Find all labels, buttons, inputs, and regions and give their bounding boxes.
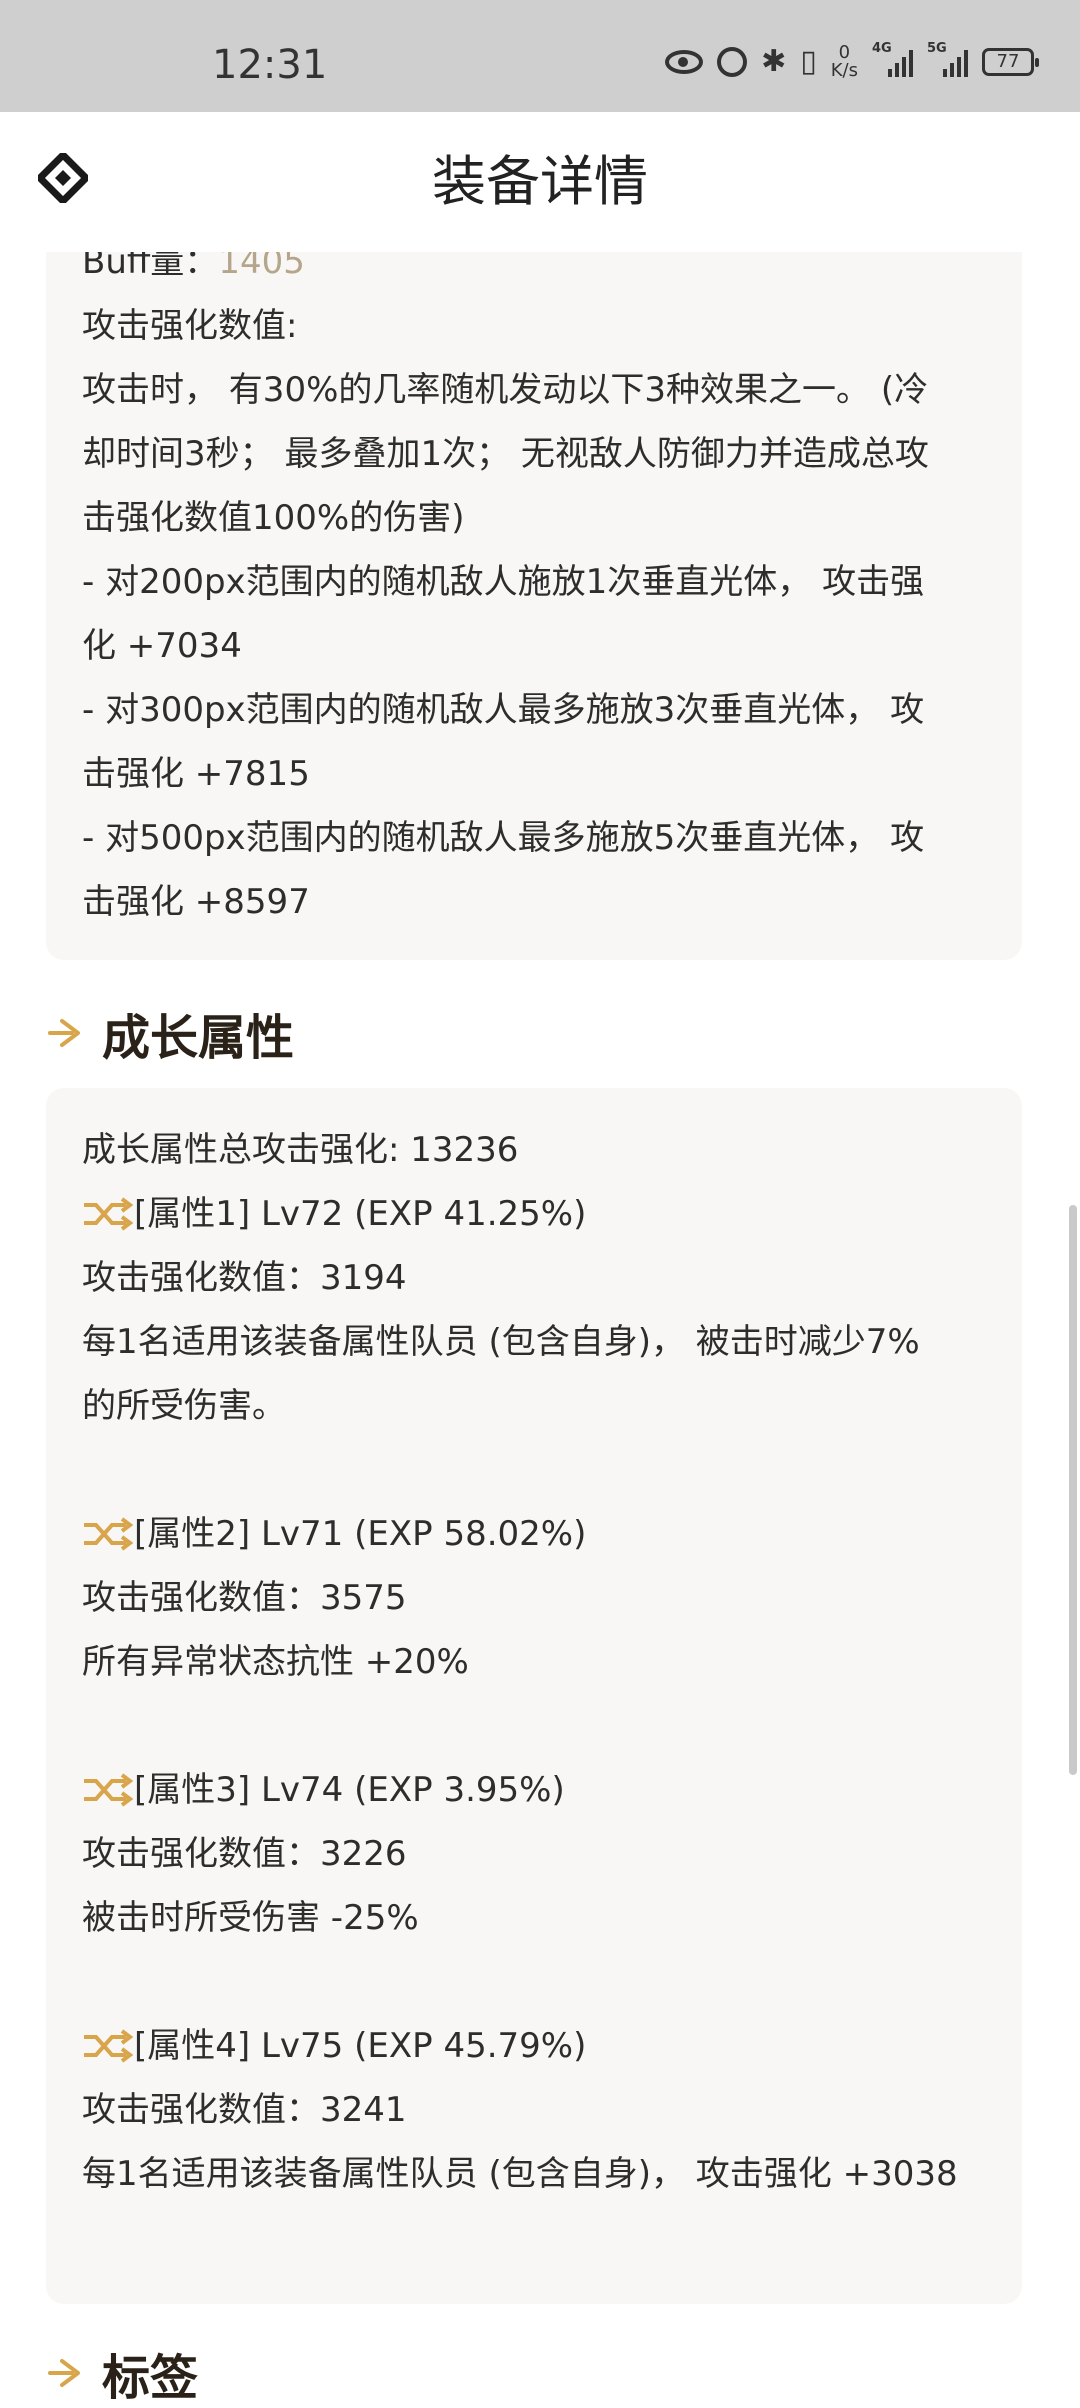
scrollbar-thumb[interactable]	[1069, 1205, 1077, 1775]
detail-line: 攻击强化数值:	[82, 306, 298, 346]
attr-head-2-text: [属性2] Lv71 (EXP 58.02%)	[134, 1514, 587, 1554]
attr-head-4-text: [属性4] Lv75 (EXP 45.79%)	[134, 2026, 587, 2066]
section-growth-title: 成长属性	[46, 998, 294, 1068]
net-speed-unit: K/s	[830, 60, 858, 81]
arrow-right-icon	[46, 1014, 84, 1052]
page-title: 装备详情	[432, 150, 648, 213]
detail-line: - 对300px范围内的随机敌人最多施放3次垂直光体， 攻	[82, 690, 925, 730]
arrow-right-icon	[46, 2354, 84, 2392]
net-speed: 0 K/s	[831, 44, 858, 80]
effect-card: Buff量：1405 攻击强化数值: 攻击时， 有30%的几率随机发动以下3种效…	[46, 200, 1022, 960]
growth-card: 成长属性总攻击强化: 13236 [属性1] Lv72 (EXP 41.25%)…	[46, 1088, 1022, 2304]
detail-line: 击强化 +7815	[82, 754, 310, 794]
attr-head-1-text: [属性1] Lv72 (EXP 41.25%)	[134, 1194, 587, 1234]
shuffle-icon	[82, 2029, 134, 2063]
detail-line: - 对500px范围内的随机敌人最多施放5次垂直光体， 攻	[82, 818, 925, 858]
shuffle-icon	[82, 1517, 134, 1551]
signal-4g-icon: 4G	[872, 41, 913, 77]
attr-head-1: [属性1] Lv72 (EXP 41.25%)	[82, 1182, 992, 1246]
detail-line: - 对200px范围内的随机敌人施放1次垂直光体， 攻击强	[82, 562, 925, 602]
growth-total: 成长属性总攻击强化: 13236	[82, 1130, 519, 1170]
section-growth-label: 成长属性	[102, 1010, 295, 1066]
eye-icon	[665, 50, 704, 74]
status-bar: 12:31 ✱ ▯ 0 K/s 4G 5G 77	[0, 0, 1080, 112]
net2-label: 5G	[927, 41, 947, 56]
attr-head-2: [属性2] Lv71 (EXP 58.02%)	[82, 1502, 992, 1566]
scroll-content[interactable]: Buff量：1405 攻击强化数值: 攻击时， 有30%的几率随机发动以下3种效…	[0, 0, 1080, 2406]
detail-line: 却时间3秒； 最多叠加1次； 无视敌人防御力并造成总攻	[82, 434, 929, 474]
status-time: 12:31	[212, 42, 328, 88]
attr-value-1: 攻击强化数值：3194	[82, 1258, 407, 1298]
status-icons: ✱ ▯ 0 K/s 4G 5G 77	[665, 41, 1039, 80]
signal-5g-icon: 5G	[927, 41, 968, 77]
detail-line: 击强化 +8597	[82, 882, 310, 922]
detail-line: 击强化数值100%的伤害)	[82, 498, 465, 538]
shuffle-icon	[82, 1197, 134, 1231]
net1-label: 4G	[872, 41, 892, 56]
attr-value-2: 攻击强化数值：3575	[82, 1578, 407, 1618]
attr-value-4: 攻击强化数值：3241	[82, 2090, 407, 2130]
battery-icon: 77	[982, 48, 1039, 76]
bluetooth-icon: ✱	[761, 44, 787, 79]
shuffle-icon	[82, 1773, 134, 1807]
attr-desc-1a: 每1名适用该装备属性队员 (包含自身)， 被击时减少7%	[82, 1322, 920, 1362]
section-tags-label: 标签	[102, 2350, 199, 2406]
attr-head-4: [属性4] Lv75 (EXP 45.79%)	[82, 2014, 992, 2078]
vibrate-icon: ▯	[800, 44, 817, 79]
attr-value-3: 攻击强化数值：3226	[82, 1834, 407, 1874]
attr-desc-2a: 所有异常状态抗性 +20%	[82, 1642, 469, 1682]
attr-head-3-text: [属性3] Lv74 (EXP 3.95%)	[134, 1770, 565, 1810]
app-header: 装备详情	[0, 112, 1080, 252]
detail-line: 攻击时， 有30%的几率随机发动以下3种效果之一。 (冷	[82, 370, 929, 410]
logo-icon[interactable]	[38, 153, 88, 203]
attr-desc-4a: 每1名适用该装备属性队员 (包含自身)， 攻击强化 +3038	[82, 2154, 958, 2194]
attr-desc-3a: 被击时所受伤害 -25%	[82, 1898, 419, 1938]
attr-head-3: [属性3] Lv74 (EXP 3.95%)	[82, 1758, 992, 1822]
detail-line: 化 +7034	[82, 626, 242, 666]
attr-desc-1b: 的所受伤害。	[82, 1386, 286, 1426]
section-tags-title: 标签	[46, 2338, 198, 2408]
alarm-icon	[717, 47, 748, 77]
